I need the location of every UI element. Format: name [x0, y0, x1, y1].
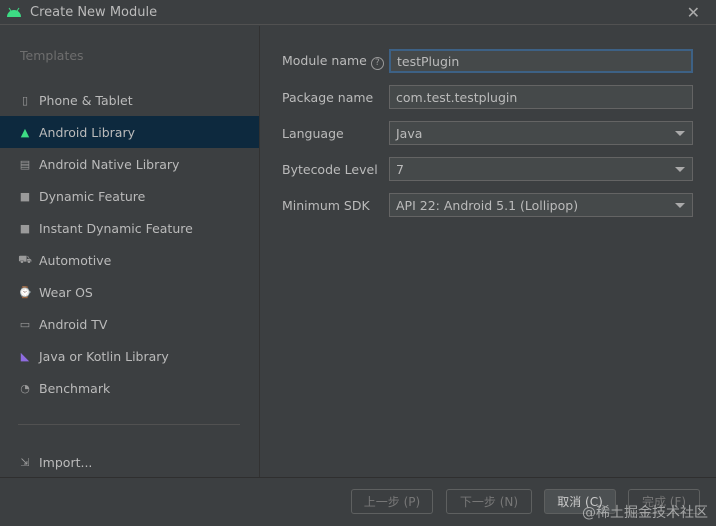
import-icon: ⇲	[20, 455, 30, 469]
sidebar-item[interactable]: ■ Instant Dynamic Feature	[0, 212, 259, 244]
sidebar-item[interactable]: ◔ Benchmark	[0, 372, 259, 404]
android-icon: ▲	[20, 125, 30, 139]
sidebar-item-label: Wear OS	[39, 284, 93, 300]
sidebar-item-label: Android Native Library	[39, 156, 180, 172]
sidebar-item-label: Java or Kotlin Library	[39, 348, 169, 364]
sidebar-item[interactable]: ■ Dynamic Feature	[0, 180, 259, 212]
sidebar-item[interactable]: ⌚ Wear OS	[0, 276, 259, 308]
min-sdk-select[interactable]: API 22: Android 5.1 (Lollipop)	[389, 193, 693, 217]
language-value: Java	[396, 125, 423, 141]
phone-tablet-icon: ▯	[21, 93, 29, 107]
sidebar-item[interactable]: ▲ Android Library	[0, 116, 259, 148]
bytecode-value: 7	[396, 161, 404, 177]
sidebar-item[interactable]: ▤ Android Native Library	[0, 148, 259, 180]
package-name-value: com.test.testplugin	[396, 89, 518, 105]
sidebar-item-label: Benchmark	[39, 380, 111, 396]
sidebar-item-label: Dynamic Feature	[39, 188, 146, 204]
sidebar-item-label: Phone & Tablet	[39, 92, 133, 108]
import-button[interactable]: ⇲ Import...	[0, 446, 259, 478]
previous-button[interactable]: 上一步 (P)	[351, 489, 433, 514]
chevron-down-icon	[675, 203, 685, 208]
bytecode-label: Bytecode Level	[282, 162, 378, 177]
watch-icon: ⌚	[18, 285, 32, 299]
module-name-label-text: Module name	[282, 53, 367, 68]
sidebar-item[interactable]: ▯ Phone & Tablet	[0, 84, 259, 116]
folder-icon: ■	[19, 221, 31, 235]
chevron-down-icon	[675, 131, 685, 136]
sidebar-item[interactable]: ◣ Java or Kotlin Library	[0, 340, 259, 372]
android-icon	[7, 7, 21, 17]
module-name-label: Module name?	[282, 53, 384, 70]
sidebar-item-label: Instant Dynamic Feature	[39, 220, 193, 236]
sidebar-item[interactable]: ▭ Android TV	[0, 308, 259, 340]
language-label: Language	[282, 126, 344, 141]
language-select[interactable]: Java	[389, 121, 693, 145]
chip-icon: ▤	[19, 157, 31, 171]
bytecode-select[interactable]: 7	[389, 157, 693, 181]
folder-icon: ■	[19, 189, 31, 203]
tv-icon: ▭	[19, 317, 31, 331]
car-icon: ⛟	[18, 252, 32, 266]
divider	[18, 424, 240, 425]
sidebar-item[interactable]: ⛟ Automotive	[0, 244, 259, 276]
title-bar: Create New Module ✕	[0, 0, 716, 25]
template-sidebar: Templates ▯ Phone & Tablet ▲ Android Librar…	[0, 26, 260, 477]
chevron-down-icon	[675, 167, 685, 172]
min-sdk-label: Minimum SDK	[282, 198, 370, 213]
package-name-input[interactable]: com.test.testplugin	[389, 85, 693, 109]
module-name-input[interactable]: testPlugin	[389, 49, 693, 73]
min-sdk-value: API 22: Android 5.1 (Lollipop)	[396, 197, 579, 213]
help-icon[interactable]: ?	[370, 57, 384, 70]
watermark: @稀土掘金技术社区	[582, 505, 708, 521]
package-name-label: Package name	[282, 90, 374, 105]
sidebar-item-label: Android Library	[39, 124, 136, 140]
gauge-icon: ◔	[20, 381, 30, 395]
templates-heading: Templates	[20, 48, 84, 63]
next-button[interactable]: 下一步 (N)	[446, 489, 532, 514]
close-icon[interactable]: ✕	[687, 3, 700, 22]
window-title: Create New Module	[30, 4, 158, 20]
import-label: Import...	[39, 454, 93, 470]
sidebar-item-label: Android TV	[39, 316, 108, 332]
kotlin-icon: ◣	[20, 349, 30, 363]
module-name-value: testPlugin	[397, 53, 460, 69]
sidebar-item-label: Automotive	[39, 252, 112, 268]
